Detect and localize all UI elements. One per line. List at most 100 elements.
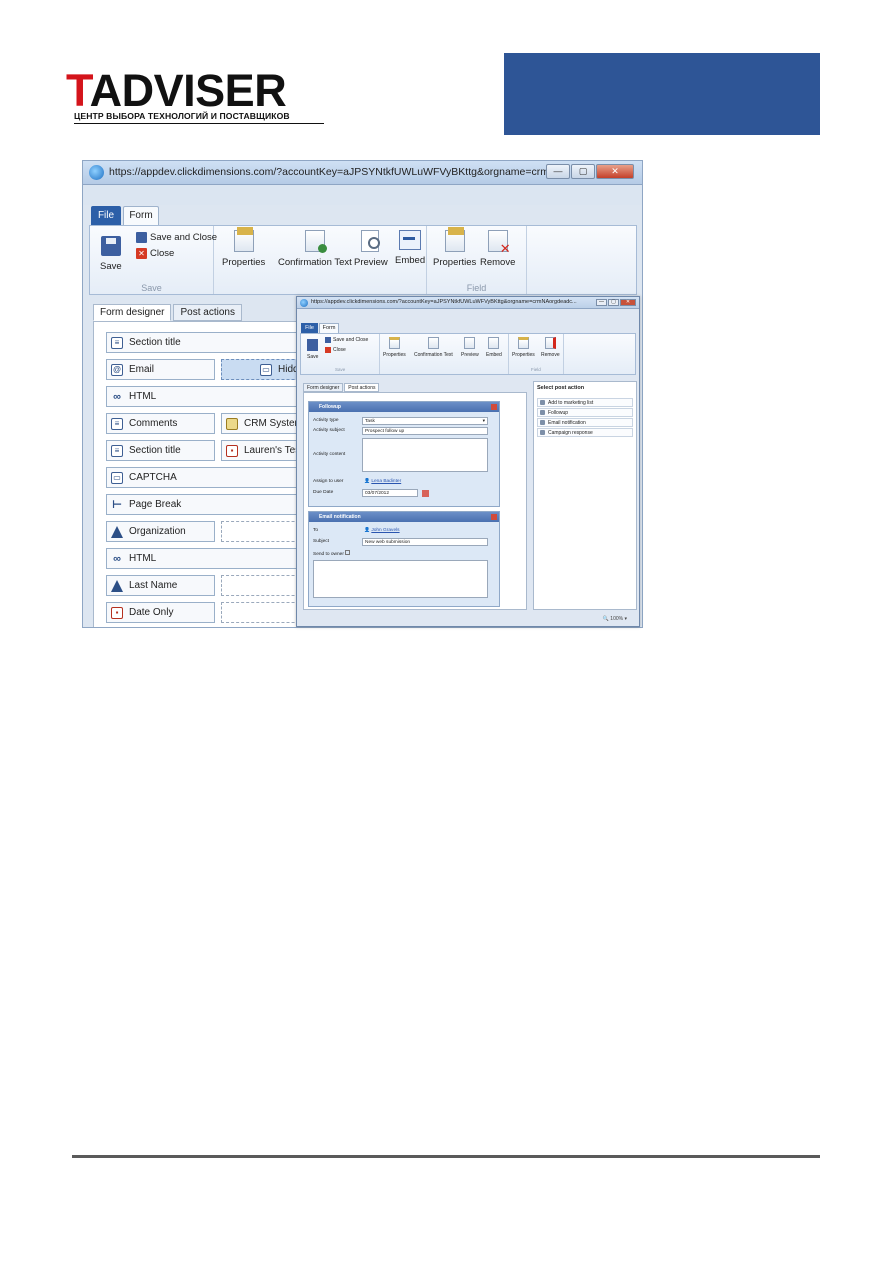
ribbon-group-save: Save Save and Close ✕ Close Save xyxy=(90,226,217,294)
save-close-icon xyxy=(136,232,147,243)
field-date-only[interactable]: ▪ Date Only xyxy=(106,602,215,623)
field-properties-icon xyxy=(517,337,529,349)
send-to-owner-checkbox[interactable] xyxy=(345,550,351,555)
followup-panel: Followup Activity type Task ▾ Activity su… xyxy=(308,401,500,507)
preview-button[interactable]: Preview xyxy=(354,230,388,268)
close-button[interactable]: ✕ Close xyxy=(136,248,174,259)
to-value[interactable]: John Gravels xyxy=(371,528,399,533)
preview-label: Preview xyxy=(354,257,388,268)
field-email[interactable]: @ Email xyxy=(106,359,215,380)
remove-panel-icon[interactable] xyxy=(491,514,497,520)
action-email-notification[interactable]: Email notification xyxy=(537,418,633,427)
field-last-name[interactable]: Last Name xyxy=(106,575,215,596)
close-window-button[interactable]: ✕ xyxy=(596,164,634,179)
email-notification-header: Email notification xyxy=(309,512,499,522)
chevron-down-icon: ▾ xyxy=(482,419,485,424)
send-to-owner-text: Send to owner xyxy=(313,552,344,557)
remove-panel-icon[interactable] xyxy=(491,404,497,410)
link-icon: ∞ xyxy=(113,552,121,565)
activity-type-label: Activity type xyxy=(313,418,339,423)
embed-button[interactable]: Embed xyxy=(395,230,425,266)
assign-to-user-lookup[interactable]: 👤 Lena Badinter xyxy=(362,478,488,486)
assign-to-user-value[interactable]: Lena Badinter xyxy=(371,479,401,484)
section-icon: ≡ xyxy=(111,444,123,457)
close-window-button[interactable]: ✕ xyxy=(620,299,636,306)
field-comments[interactable]: ≡ Comments xyxy=(106,413,215,434)
browser-url: https://appdev.clickdimensions.com/?acco… xyxy=(109,166,559,178)
close-label: Close xyxy=(333,347,346,353)
form-properties-button[interactable]: Properties xyxy=(383,337,406,358)
tab-form[interactable]: Form xyxy=(319,323,339,333)
ribbon-group-label-field: Field xyxy=(531,367,541,372)
maximize-button[interactable]: ▢ xyxy=(608,299,619,306)
select-post-action-panel: Select post action Add to marketing list… xyxy=(533,381,637,610)
save-icon xyxy=(100,236,121,256)
footer-divider xyxy=(72,1155,820,1158)
email-icon: @ xyxy=(111,363,123,376)
close-icon: ✕ xyxy=(136,248,147,259)
calendar-icon[interactable] xyxy=(422,490,429,497)
tab-form-designer[interactable]: Form designer xyxy=(93,304,172,321)
calendar-icon: ▪ xyxy=(226,444,238,457)
save-and-close-button[interactable]: Save and Close xyxy=(136,232,217,243)
email-notification-panel: Email notification To 👤 John Gravels Sub… xyxy=(308,511,500,607)
save-and-close-button[interactable]: Save and Close xyxy=(325,337,368,343)
field-properties-button[interactable]: Properties xyxy=(512,337,535,358)
embed-icon xyxy=(488,337,500,349)
browser-icon xyxy=(89,165,104,180)
activity-type-select[interactable]: Task ▾ xyxy=(362,417,488,425)
field-properties-button[interactable]: Properties xyxy=(433,227,476,268)
page-break-icon: ⊢ xyxy=(111,498,123,511)
tab-post-actions[interactable]: Post actions xyxy=(344,383,380,392)
action-followup[interactable]: Followup xyxy=(537,408,633,417)
to-lookup[interactable]: 👤 John Gravels xyxy=(362,527,488,535)
field-organization[interactable]: Organization xyxy=(106,521,215,542)
confirmation-text-label: Confirmation Text xyxy=(278,257,352,268)
minimize-button[interactable]: — xyxy=(596,299,607,306)
field-section-title-2[interactable]: ≡ Section title xyxy=(106,440,215,461)
tab-post-actions[interactable]: Post actions xyxy=(173,304,242,321)
save-and-close-label: Save and Close xyxy=(333,337,369,343)
remove-icon xyxy=(487,230,511,257)
ribbon: Save Save and Close ✕ Close Save Propert… xyxy=(89,225,637,295)
embed-button[interactable]: Embed xyxy=(486,337,502,358)
tab-file[interactable]: File xyxy=(301,323,318,333)
preview-button[interactable]: Preview xyxy=(461,337,479,358)
minimize-button[interactable]: — xyxy=(546,164,570,179)
captcha-icon: ▭ xyxy=(111,471,123,484)
confirmation-text-button[interactable]: Confirmation Text xyxy=(278,230,352,268)
overlay-ribbon: Save Save and Close Close Save Propertie… xyxy=(300,333,636,375)
save-button[interactable]: Save xyxy=(307,339,318,360)
remove-icon xyxy=(544,337,556,349)
field-label: CRM System xyxy=(244,418,303,429)
organization-icon xyxy=(111,525,123,538)
subject-input[interactable]: New web submission xyxy=(362,538,488,546)
activity-subject-input[interactable]: Prospect follow up xyxy=(362,427,488,435)
tab-form-designer[interactable]: Form designer xyxy=(303,383,344,392)
remove-button[interactable]: Remove xyxy=(541,337,560,358)
action-campaign-response[interactable]: Campaign response xyxy=(537,428,633,437)
remove-button[interactable]: Remove xyxy=(480,230,515,268)
logo-wordmark: TADVISER xyxy=(66,65,287,116)
tab-file[interactable]: File xyxy=(91,206,121,225)
zoom-level[interactable]: 🔍 100% ▾ xyxy=(603,616,627,622)
due-date-input[interactable]: 03/07/2012 xyxy=(362,489,418,497)
save-button[interactable]: Save xyxy=(100,236,122,272)
link-icon: ∞ xyxy=(113,390,121,403)
confirmation-text-button[interactable]: Confirmation Text xyxy=(414,337,453,358)
maximize-button[interactable]: ▢ xyxy=(571,164,595,179)
field-properties-label: Properties xyxy=(512,352,535,358)
ribbon-separator xyxy=(563,334,564,374)
form-properties-button[interactable]: Properties xyxy=(222,227,265,268)
close-button[interactable]: Close xyxy=(325,347,346,353)
close-label: Close xyxy=(150,248,175,259)
email-body-textarea[interactable] xyxy=(313,560,488,598)
activity-content-textarea[interactable] xyxy=(362,438,488,472)
field-label: Section title xyxy=(129,337,181,348)
field-label: Date Only xyxy=(129,607,174,618)
to-label: To xyxy=(313,528,319,533)
save-label: Save xyxy=(100,261,122,272)
tab-form[interactable]: Form xyxy=(123,206,159,225)
action-add-to-marketing-list[interactable]: Add to marketing list xyxy=(537,398,633,407)
field-properties-icon xyxy=(444,227,465,252)
